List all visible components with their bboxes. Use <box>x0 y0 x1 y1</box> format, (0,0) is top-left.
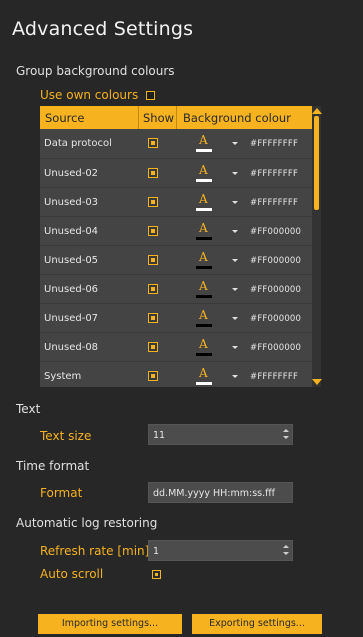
chevron-down-icon[interactable] <box>232 317 238 320</box>
refresh-rate-stepper[interactable]: 1 <box>148 540 293 561</box>
use-own-colours-label: Use own colours <box>40 88 139 102</box>
show-checkbox[interactable] <box>148 168 158 178</box>
row-source: Data protocol <box>44 138 112 149</box>
font-colour-icon[interactable]: A <box>196 133 212 153</box>
colour-value: #FFFFFFFF <box>250 372 299 382</box>
show-checkbox[interactable] <box>148 255 158 265</box>
table-row[interactable]: System A #FFFFFFFF <box>40 361 312 387</box>
colour-value: #FFFFFFFF <box>250 169 299 179</box>
text-size-label: Text size <box>40 429 92 443</box>
row-source: Unused-08 <box>44 342 99 353</box>
chevron-down-icon[interactable] <box>232 230 238 233</box>
row-source: Unused-04 <box>44 226 99 237</box>
row-source: Unused-05 <box>44 255 99 266</box>
table-header: Source Show Background colour <box>40 106 312 129</box>
scrollbar-thumb[interactable] <box>314 116 319 210</box>
time-format-input[interactable]: dd.MM.yyyy HH:mm:ss.fff <box>148 482 293 503</box>
chevron-down-icon[interactable] <box>232 288 238 291</box>
refresh-rate-label: Refresh rate [min] <box>40 544 150 558</box>
table-row[interactable]: Unused-05 A #FF000000 <box>40 245 312 275</box>
colour-table: Source Show Background colour Data proto… <box>40 106 312 387</box>
chevron-down-icon[interactable] <box>232 259 238 262</box>
row-source: Unused-02 <box>44 168 99 179</box>
font-colour-icon[interactable]: A <box>196 308 212 328</box>
font-colour-icon[interactable]: A <box>196 221 212 241</box>
colour-value: #FFFFFFFF <box>250 198 299 208</box>
table-row[interactable]: Unused-06 A #FF000000 <box>40 274 312 304</box>
table-row[interactable]: Data protocol A #FFFFFFFF <box>40 129 312 158</box>
show-checkbox[interactable] <box>148 138 158 148</box>
font-colour-icon[interactable]: A <box>196 250 212 270</box>
time-format-heading: Time format <box>16 459 90 473</box>
show-checkbox[interactable] <box>148 284 158 294</box>
spinner-icon[interactable] <box>283 429 289 441</box>
colour-value: #FFFFFFFF <box>250 139 299 149</box>
header-divider <box>138 106 139 129</box>
chevron-down-icon[interactable] <box>232 375 238 378</box>
log-restore-heading: Automatic log restoring <box>16 516 158 530</box>
chevron-down-icon[interactable] <box>232 142 238 145</box>
chevron-down-icon[interactable] <box>232 346 238 349</box>
col-show-header[interactable]: Show <box>143 111 174 125</box>
colour-value: #FF000000 <box>250 343 302 353</box>
text-size-value: 11 <box>153 430 166 441</box>
colour-value: #FF000000 <box>250 227 302 237</box>
show-checkbox[interactable] <box>148 226 158 236</box>
scroll-up-icon[interactable] <box>312 108 322 114</box>
row-source: Unused-07 <box>44 313 99 324</box>
export-settings-button[interactable]: Exporting settings... <box>192 614 322 634</box>
time-format-value: dd.MM.yyyy HH:mm:ss.fff <box>153 488 276 499</box>
font-colour-icon[interactable]: A <box>196 337 212 357</box>
use-own-colours-checkbox[interactable] <box>146 91 155 100</box>
auto-scroll-label: Auto scroll <box>40 567 104 581</box>
format-label: Format <box>40 486 83 500</box>
text-heading: Text <box>16 402 41 416</box>
header-divider <box>176 106 177 129</box>
row-source: Unused-06 <box>44 284 99 295</box>
table-row[interactable]: Unused-02 A #FFFFFFFF <box>40 158 312 188</box>
group-bg-heading: Group background colours <box>16 64 175 78</box>
show-checkbox[interactable] <box>148 371 158 381</box>
font-colour-icon[interactable]: A <box>196 192 212 212</box>
show-checkbox[interactable] <box>148 313 158 323</box>
chevron-down-icon[interactable] <box>232 201 238 204</box>
col-source-header[interactable]: Source <box>45 111 85 125</box>
colour-value: #FF000000 <box>250 256 302 266</box>
row-source: Unused-03 <box>44 197 99 208</box>
auto-scroll-checkbox[interactable] <box>152 570 161 579</box>
col-bgcolour-header[interactable]: Background colour <box>183 111 291 125</box>
table-row[interactable]: Unused-04 A #FF000000 <box>40 216 312 246</box>
colour-value: #FF000000 <box>250 314 302 324</box>
spinner-icon[interactable] <box>283 545 289 557</box>
font-colour-icon[interactable]: A <box>196 279 212 299</box>
table-row[interactable]: Unused-07 A #FF000000 <box>40 303 312 333</box>
import-settings-button[interactable]: Importing settings... <box>38 614 182 634</box>
row-source: System <box>44 371 82 382</box>
show-checkbox[interactable] <box>148 197 158 207</box>
text-size-stepper[interactable]: 11 <box>148 424 293 445</box>
refresh-rate-value: 1 <box>153 546 160 557</box>
table-row[interactable]: Unused-03 A #FFFFFFFF <box>40 187 312 217</box>
scroll-down-icon[interactable] <box>312 379 322 385</box>
show-checkbox[interactable] <box>148 342 158 352</box>
table-row[interactable]: Unused-08 A #FF000000 <box>40 332 312 362</box>
font-colour-icon[interactable]: A <box>196 163 212 183</box>
chevron-down-icon[interactable] <box>232 172 238 175</box>
colour-value: #FF000000 <box>250 285 302 295</box>
font-colour-icon[interactable]: A <box>196 366 212 386</box>
page-title: Advanced Settings <box>12 18 194 40</box>
